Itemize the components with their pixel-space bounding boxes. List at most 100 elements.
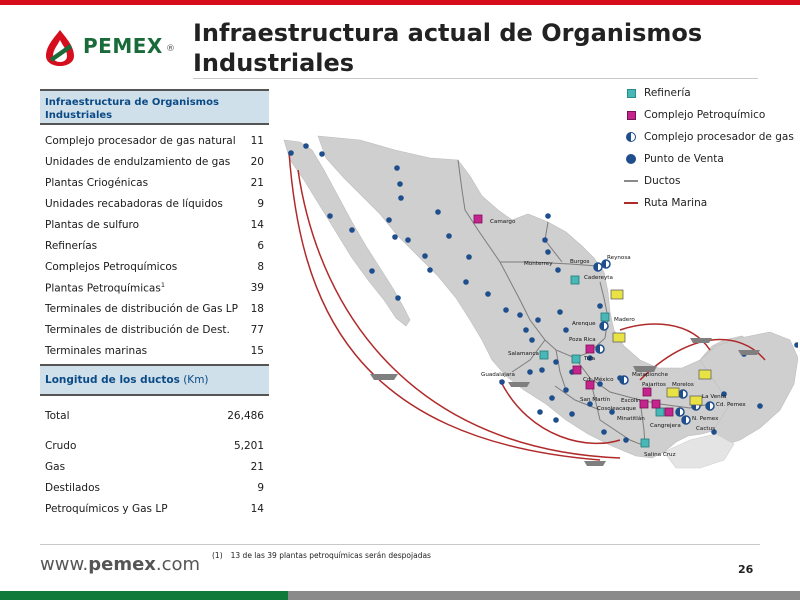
point-of-sale-icon (563, 387, 569, 393)
gas-processor-icon (619, 375, 629, 385)
place-label-cd-mexico: Cd. México (583, 376, 614, 383)
point-of-sale-icon (555, 267, 561, 273)
table-row: Unidades de endulzamiento de gas 20 (45, 155, 264, 168)
table-row: Crudo 5,201 (45, 439, 264, 452)
table-row: Destilados 9 (45, 481, 264, 494)
place-label-la-venta: La Venta (702, 394, 726, 400)
place-label-n-pemex: N. Pemex (692, 416, 719, 422)
place-label-pajaritos: Pajaritos (642, 382, 666, 388)
point-of-sale-icon (288, 150, 294, 156)
point-of-sale-icon (757, 403, 763, 409)
table-row: Terminales de distribución de Dest. 77 (45, 323, 264, 336)
point-of-sale-icon (553, 359, 559, 365)
place-label-san-martin: San Martín (580, 396, 611, 403)
point-of-sale-icon (503, 307, 509, 313)
point-of-sale-icon (557, 309, 563, 315)
offshore-platform-icon (666, 387, 680, 398)
point-of-sale-icon (463, 279, 469, 285)
point-of-sale-icon (517, 312, 523, 318)
point-of-sale-icon (349, 227, 355, 233)
point-of-sale-icon (499, 379, 505, 385)
gas-processor-icon (593, 262, 603, 272)
point-of-sale-icon (395, 295, 401, 301)
offshore-platform-icon (689, 395, 703, 406)
point-of-sale-icon (394, 165, 400, 171)
point-of-sale-icon (529, 337, 535, 343)
point-of-sale-icon (545, 213, 551, 219)
place-label-camargo: Camargo (490, 219, 516, 225)
marine-route-line (619, 323, 711, 351)
point-of-sale-icon (392, 234, 398, 240)
point-of-sale-icon (597, 303, 603, 309)
registered-mark: ® (166, 44, 175, 54)
point-of-sale-icon (369, 268, 375, 274)
table-row: Plantas Criogénicas 21 (45, 176, 264, 189)
point-of-sale-icon (542, 237, 548, 243)
gas-processor-icon (599, 321, 609, 331)
point-of-sale-icon (435, 209, 441, 215)
gas-processor-icon (675, 407, 685, 417)
petrochemical-complex-icon (651, 399, 661, 409)
point-of-sale-icon (386, 217, 392, 223)
point-of-sale-icon (523, 327, 529, 333)
top-accent-bar (0, 0, 800, 5)
place-label-morelos: Morelos (672, 382, 694, 388)
petrochemical-complex-icon (585, 344, 595, 354)
place-label-madero: Madero (614, 317, 635, 323)
place-label-cosoleacaque: Cosoleacaque (597, 406, 637, 412)
place-label-reynosa: Reynosa (607, 255, 631, 261)
table-row: Terminales marinas 15 (45, 344, 264, 357)
point-of-sale-icon (563, 327, 569, 333)
offshore-platform-icon (610, 289, 624, 300)
table-row: Petroquímicos y Gas LP 14 (45, 502, 264, 515)
point-of-sale-icon (549, 395, 555, 401)
table-row: Refinerías 6 (45, 239, 264, 252)
footer-bar (0, 591, 800, 600)
place-label-monterrey: Monterrey (524, 261, 553, 267)
pipeline-total-row: Total 26,486 (45, 409, 264, 422)
refinery-icon (570, 275, 580, 285)
point-of-sale-icon (397, 181, 403, 187)
place-label-burgos: Burgos (570, 259, 590, 265)
refinery-icon (600, 312, 610, 322)
petrochemical-complex-icon (664, 407, 674, 417)
point-of-sale-icon (427, 267, 433, 273)
place-label-guadalajara: Guadalajara (481, 372, 515, 378)
pipeline-length-header: Longitud de los ductos (Km) (40, 364, 269, 396)
offshore-platform-icon (612, 332, 626, 343)
petrochemical-complex-icon (626, 110, 636, 120)
place-label-tula: Tula (583, 356, 595, 362)
point-of-sale-icon (527, 369, 533, 375)
table-row: Terminales de distribución de Gas LP 18 (45, 302, 264, 315)
table-row: Complejos Petroquímicos 8 (45, 260, 264, 273)
refinery-icon (655, 407, 665, 417)
table-row: Complejo procesador de gas natural 11 (45, 134, 264, 147)
petrochemical-complex-icon (572, 365, 582, 375)
petrochemical-complex-icon (639, 399, 649, 409)
tanker-ship-icon (738, 350, 760, 355)
footer-divider (40, 544, 760, 545)
title-divider (193, 78, 758, 79)
petrochemical-complex-icon (473, 214, 483, 224)
brand-name: PEMEX (83, 34, 163, 58)
infrastructure-table: Infraestructura de Organismos Industrial… (40, 89, 269, 519)
table-row: Gas 21 (45, 460, 264, 473)
point-of-sale-icon (623, 437, 629, 443)
place-label-minatitlan: Minatitlán (617, 415, 645, 422)
place-label-arenque: Arenque (572, 321, 596, 327)
point-of-sale-icon (422, 253, 428, 259)
point-of-sale-icon (466, 254, 472, 260)
table-row: Plantas Petroquímicas1 39 (45, 280, 264, 295)
tanker-ship-icon (508, 382, 530, 387)
refinery-icon (640, 438, 650, 448)
place-label-cd-pemex: Cd. Pemex (716, 402, 746, 408)
point-of-sale-icon (303, 143, 309, 149)
point-of-sale-icon (545, 249, 551, 255)
legend-item-refinery: Refinería (618, 82, 794, 104)
place-label-escolin: Escolín (621, 397, 641, 404)
place-label-matapionche: Matapionche (632, 372, 669, 378)
website-link[interactable]: www.pemex.com (40, 554, 200, 575)
legend-item-petrochemical: Complejo Petroquímico (618, 104, 794, 126)
point-of-sale-icon (319, 151, 325, 157)
place-label-poza-rica: Poza Rica (569, 337, 596, 343)
